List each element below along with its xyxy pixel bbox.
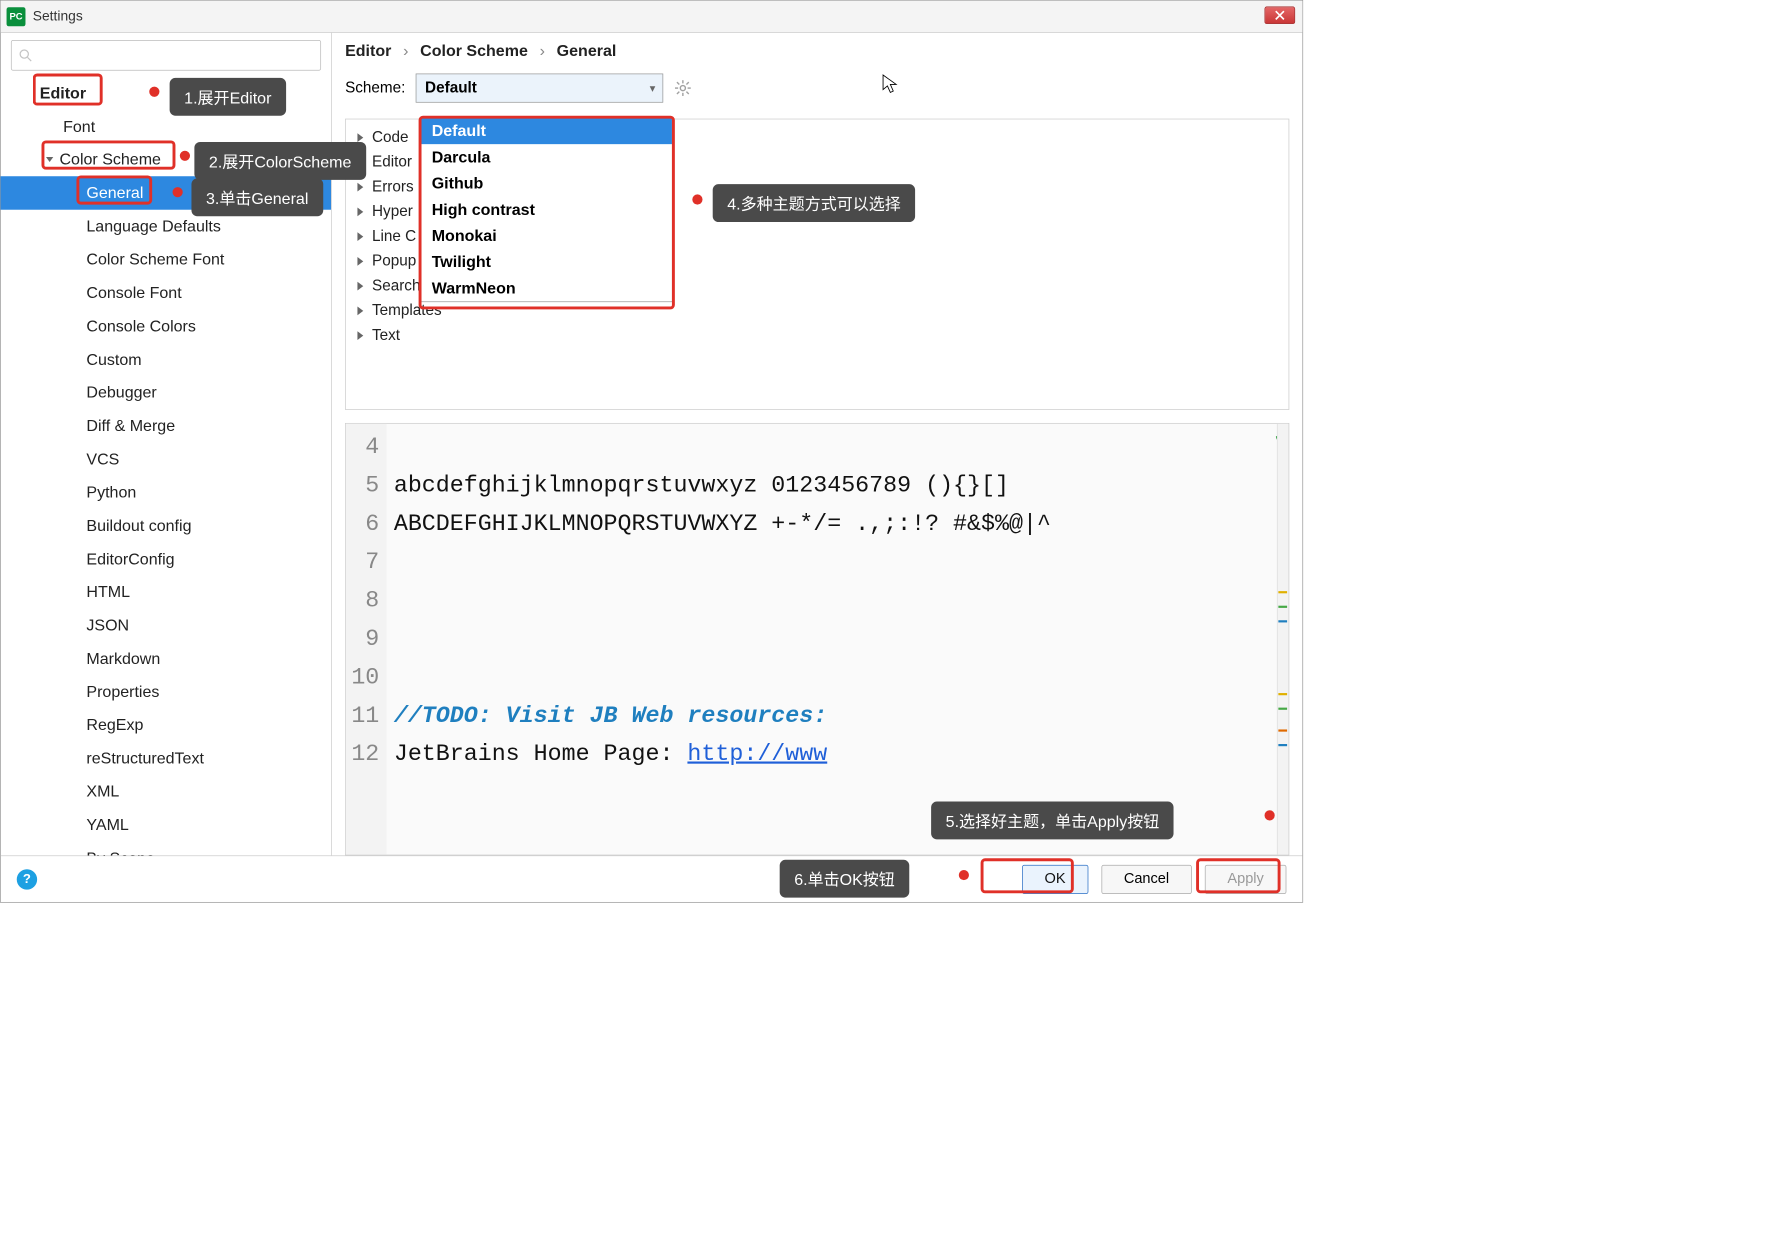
tree-item[interactable]: Diff & Merge xyxy=(1,409,332,442)
tree-item[interactable]: Markdown xyxy=(1,642,332,675)
search-icon xyxy=(19,49,32,62)
scheme-option-warmneon[interactable]: WarmNeon xyxy=(422,275,672,301)
footer: ? OK Cancel Apply xyxy=(1,855,1303,902)
main-panel: Editor › Color Scheme › General Scheme: … xyxy=(332,33,1302,856)
preview-editor: 456789101112 abcdefghijklmnopqrstuvwxyz … xyxy=(345,423,1289,855)
scheme-option-twilight[interactable]: Twilight xyxy=(422,249,672,275)
chevron-right-icon xyxy=(357,232,363,241)
tree-item[interactable]: Debugger xyxy=(1,376,332,409)
breadcrumb: Editor › Color Scheme › General xyxy=(332,33,1302,69)
scheme-label: Scheme: xyxy=(345,79,405,96)
error-stripe xyxy=(1277,424,1289,855)
scheme-dropdown[interactable]: Default Darcula Github High contrast Mon… xyxy=(421,117,673,302)
tree-item[interactable]: Console Font xyxy=(1,276,332,309)
tree-item[interactable]: RegExp xyxy=(1,708,332,741)
chevron-right-icon xyxy=(357,257,363,266)
scheme-option-darcula[interactable]: Darcula xyxy=(422,144,672,170)
close-button[interactable] xyxy=(1265,7,1296,24)
scheme-select[interactable]: Default ▾ xyxy=(416,74,664,103)
tree-item[interactable]: Language Defaults xyxy=(1,209,332,242)
tree-item[interactable]: reStructuredText xyxy=(1,742,332,775)
sidebar: Editor Font Color Scheme General Languag… xyxy=(1,33,332,856)
scheme-option-monokai[interactable]: Monokai xyxy=(422,223,672,249)
tree-item[interactable]: Console Colors xyxy=(1,309,332,342)
tree-editor[interactable]: Editor xyxy=(1,76,332,109)
close-icon xyxy=(1275,10,1285,20)
crumb-general: General xyxy=(557,41,617,59)
tree-item[interactable]: Color Scheme Font xyxy=(1,243,332,276)
chevron-right-icon xyxy=(357,282,363,291)
cat-text[interactable]: Text xyxy=(346,323,1289,348)
settings-tree: Editor Font Color Scheme General Languag… xyxy=(1,76,332,855)
chevron-right-icon xyxy=(357,207,363,216)
scheme-option-github[interactable]: Github xyxy=(422,170,672,196)
scheme-value: Default xyxy=(425,79,477,96)
ok-button[interactable]: OK xyxy=(1022,865,1088,894)
chevron-right-icon xyxy=(357,133,363,142)
tree-item[interactable]: HTML xyxy=(1,575,332,608)
chevron-right-icon: › xyxy=(403,41,408,59)
tree-item[interactable]: EditorConfig xyxy=(1,542,332,575)
crumb-color-scheme[interactable]: Color Scheme xyxy=(420,41,528,59)
chevron-right-icon xyxy=(357,306,363,315)
scheme-option-high-contrast[interactable]: High contrast xyxy=(422,197,672,223)
settings-window: PC Settings Editor Font Color Scheme Gen… xyxy=(0,0,1303,903)
chevron-right-icon xyxy=(357,331,363,340)
app-icon: PC xyxy=(7,7,26,26)
tree-color-scheme[interactable]: Color Scheme xyxy=(1,143,332,176)
tree-item[interactable]: JSON xyxy=(1,609,332,642)
chevron-right-icon xyxy=(357,158,363,167)
window-title: Settings xyxy=(33,8,83,24)
tree-item[interactable]: Python xyxy=(1,476,332,509)
tree-item[interactable]: YAML xyxy=(1,808,332,841)
tree-item[interactable]: XML xyxy=(1,775,332,808)
gear-icon[interactable] xyxy=(673,79,692,98)
chevron-right-icon: › xyxy=(540,41,545,59)
tree-general[interactable]: General xyxy=(1,176,332,209)
scheme-option-default[interactable]: Default xyxy=(422,118,672,144)
titlebar: PC Settings xyxy=(1,1,1303,33)
crumb-editor[interactable]: Editor xyxy=(345,41,391,59)
gutter: 456789101112 xyxy=(346,424,387,855)
code-area: abcdefghijklmnopqrstuvwxyz 0123456789 ()… xyxy=(387,424,1289,855)
search-input[interactable] xyxy=(11,40,321,71)
tree-item[interactable]: Custom xyxy=(1,343,332,376)
tree-item[interactable]: Properties xyxy=(1,675,332,708)
cursor-icon xyxy=(882,74,898,94)
cancel-button[interactable]: Cancel xyxy=(1101,865,1191,894)
apply-button[interactable]: Apply xyxy=(1205,865,1287,894)
tree-item[interactable]: Buildout config xyxy=(1,509,332,542)
chevron-right-icon xyxy=(357,183,363,192)
tree-item[interactable]: By Scope xyxy=(1,841,332,855)
cat-templates[interactable]: Templates xyxy=(346,298,1289,323)
chevron-down-icon: ▾ xyxy=(650,82,655,94)
tree-font[interactable]: Font xyxy=(1,110,332,143)
tree-item[interactable]: VCS xyxy=(1,442,332,475)
help-button[interactable]: ? xyxy=(17,869,37,889)
